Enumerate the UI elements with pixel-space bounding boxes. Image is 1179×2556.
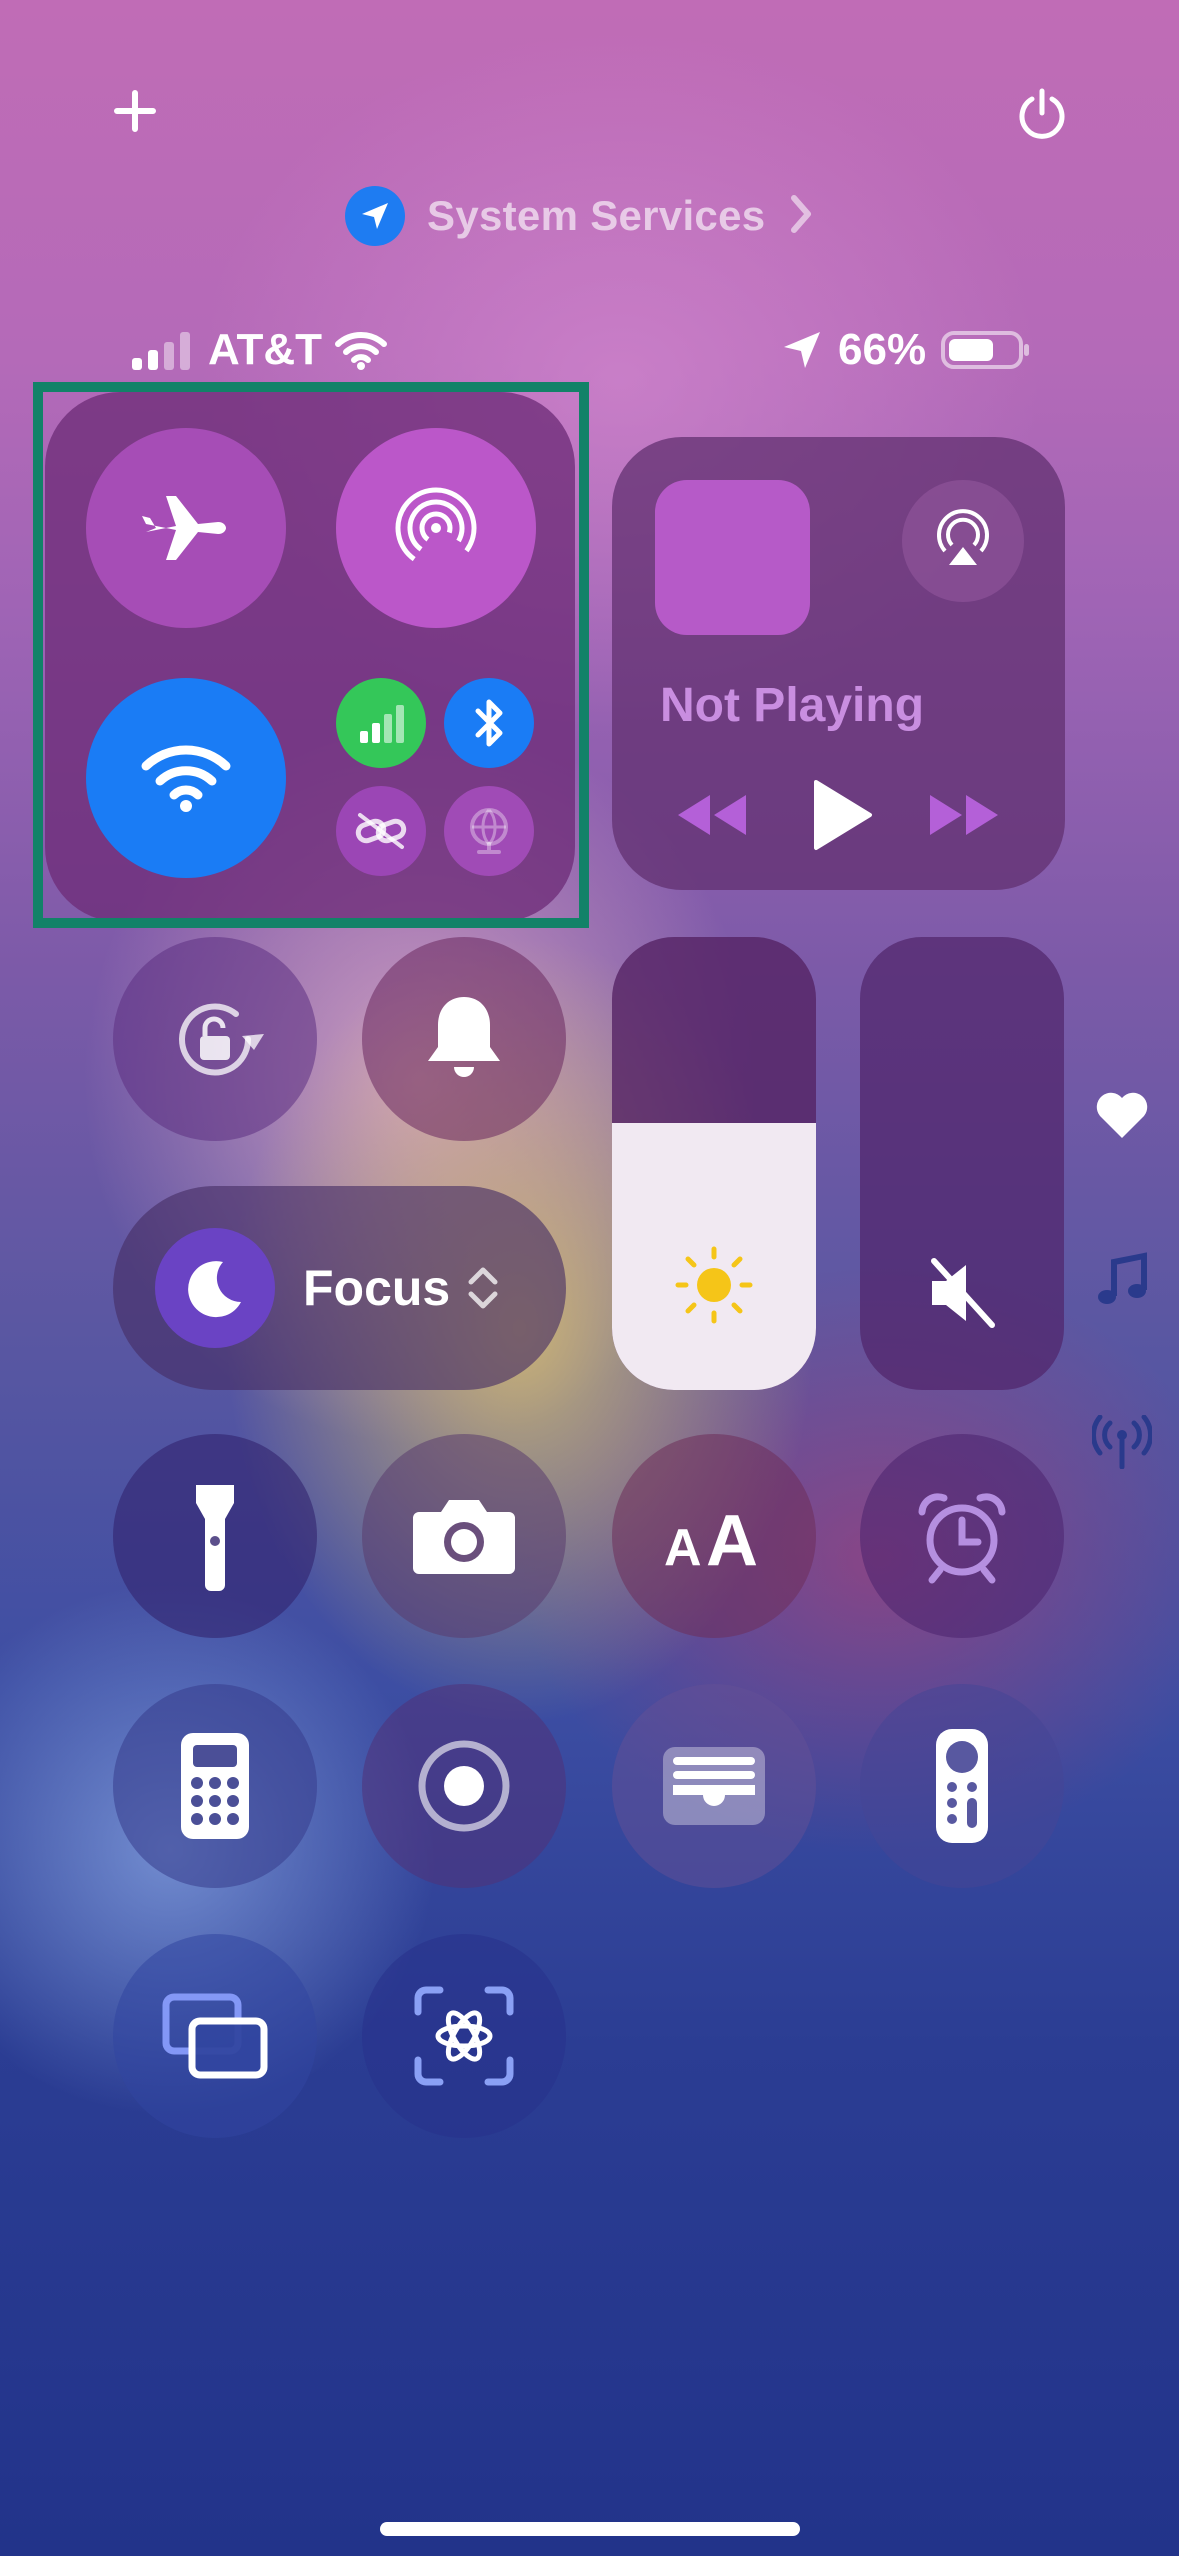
location-services-label: System Services: [427, 192, 766, 239]
alarm-button[interactable]: [860, 1434, 1064, 1638]
moon-icon: [155, 1228, 275, 1348]
speaker-muted-icon: [931, 1258, 995, 1328]
cellular-data-toggle[interactable]: [336, 678, 426, 768]
fast-forward-button[interactable]: [922, 785, 1006, 845]
screen-mirroring-icon: [162, 1993, 268, 2079]
power-icon: [1019, 88, 1065, 139]
page-music[interactable]: [1092, 1250, 1152, 1310]
hotspot-link-icon: [355, 813, 407, 849]
vpn-toggle[interactable]: [444, 786, 534, 876]
orientation-lock-toggle[interactable]: [113, 937, 317, 1141]
chevron-up-down-icon: [468, 1267, 498, 1309]
power-button[interactable]: [1007, 78, 1077, 148]
visual-intelligence-button[interactable]: [362, 1934, 566, 2138]
airdrop-icon: [395, 487, 477, 569]
album-art-placeholder: [655, 480, 810, 635]
antenna-icon: [1092, 1415, 1152, 1469]
screen-recording-button[interactable]: [362, 1684, 566, 1888]
screen-recording-icon: [418, 1740, 510, 1832]
alarm-icon: [918, 1493, 1006, 1584]
location-services-indicator[interactable]: System Services: [345, 186, 813, 246]
bluetooth-toggle[interactable]: [444, 678, 534, 768]
airdrop-toggle[interactable]: [336, 428, 536, 628]
vpn-globe-icon: [470, 808, 508, 854]
home-indicator[interactable]: [380, 2522, 800, 2536]
text-size-button[interactable]: A A: [612, 1434, 816, 1638]
visual-intelligence-icon: [414, 1986, 514, 2086]
calculator-icon: [181, 1733, 249, 1839]
volume-slider[interactable]: [860, 937, 1064, 1390]
brightness-slider[interactable]: [612, 937, 816, 1390]
camera-button[interactable]: [362, 1434, 566, 1638]
svg-text:A: A: [706, 1501, 758, 1571]
location-arrow-icon: [345, 186, 405, 246]
play-button[interactable]: [806, 778, 876, 852]
add-control-button[interactable]: [100, 76, 170, 146]
camera-icon: [413, 1500, 515, 1574]
orientation-lock-icon: [179, 1003, 264, 1076]
focus-label: Focus: [303, 1260, 451, 1316]
bluetooth-icon: [475, 699, 503, 747]
airplay-icon: [937, 509, 989, 565]
heart-icon: [1096, 1092, 1148, 1138]
status-bar-left: AT&T: [130, 320, 388, 380]
personal-hotspot-toggle[interactable]: [336, 786, 426, 876]
focus-button[interactable]: Focus: [113, 1186, 566, 1390]
chevron-right-icon: [789, 194, 813, 239]
plus-icon: [114, 90, 156, 132]
text-size-icon: A A: [664, 1501, 758, 1571]
airplane-mode-toggle[interactable]: [86, 428, 286, 628]
page-connectivity[interactable]: [1092, 1412, 1152, 1472]
wifi-toggle[interactable]: [86, 678, 286, 878]
wifi-status-icon: [335, 332, 388, 370]
wifi-icon: [141, 745, 231, 812]
location-status-icon: [784, 332, 820, 368]
rewind-icon: [678, 795, 746, 835]
airplane-icon: [142, 496, 226, 560]
cellular-icon: [360, 705, 404, 743]
bell-icon: [428, 997, 500, 1077]
page-favorites[interactable]: [1092, 1085, 1152, 1145]
flashlight-icon: [196, 1485, 234, 1591]
screen-mirroring-button[interactable]: [113, 1934, 317, 2138]
airplay-button[interactable]: [902, 480, 1024, 602]
apple-tv-remote-button[interactable]: [860, 1684, 1064, 1888]
flashlight-button[interactable]: [113, 1434, 317, 1638]
battery-icon: [941, 331, 1030, 369]
now-playing-status: Not Playing: [660, 679, 925, 732]
sun-icon: [675, 1246, 753, 1324]
wallet-icon: [663, 1747, 765, 1825]
play-icon: [814, 780, 872, 850]
battery-percent: 66%: [838, 325, 927, 374]
cellular-signal-icon: [132, 332, 190, 370]
remote-icon: [936, 1729, 988, 1843]
rewind-button[interactable]: [670, 785, 754, 845]
svg-text:A: A: [664, 1519, 702, 1571]
fast-forward-icon: [930, 795, 998, 835]
wallet-button[interactable]: [612, 1684, 816, 1888]
music-note-icon: [1098, 1252, 1147, 1304]
calculator-button[interactable]: [113, 1684, 317, 1888]
silent-mode-toggle[interactable]: [362, 937, 566, 1141]
carrier-name: AT&T: [208, 325, 323, 374]
status-bar-right: 66%: [780, 320, 1032, 380]
